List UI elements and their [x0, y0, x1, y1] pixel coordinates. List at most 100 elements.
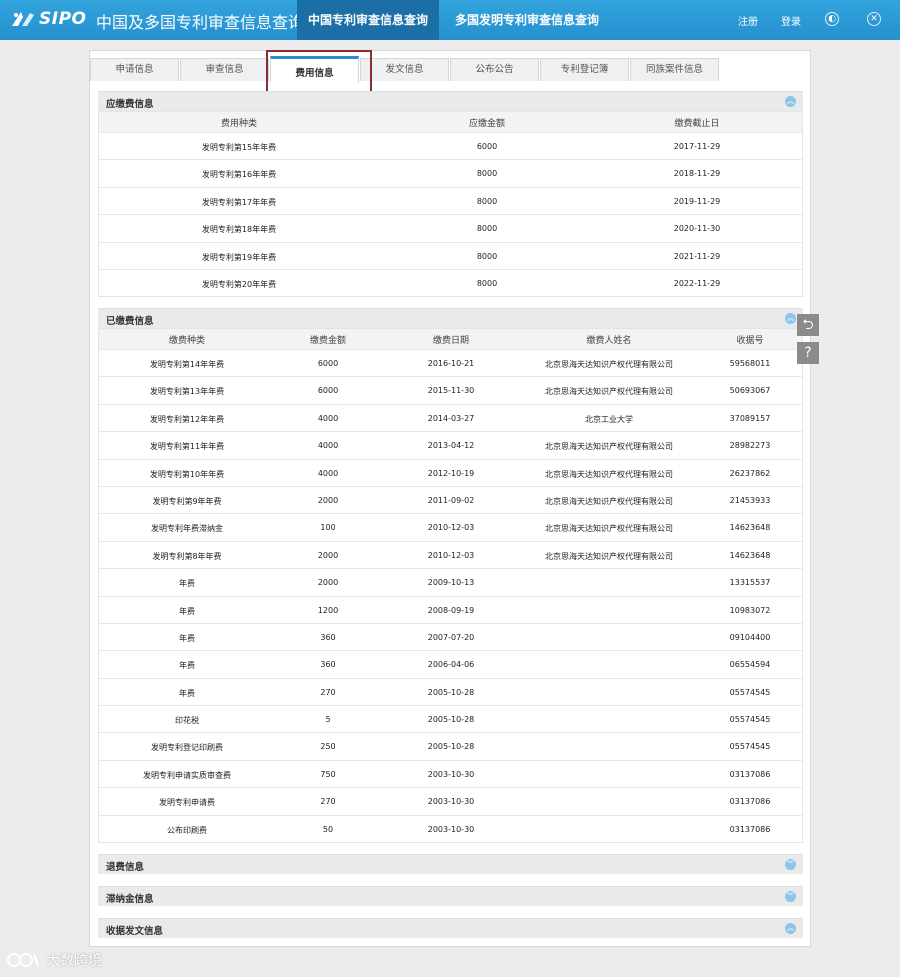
column-header: 缴费人姓名	[586, 336, 632, 346]
table-cell: 2005-10-28	[427, 687, 475, 697]
table-row: 发明专利第11年年费 4000 2013-04-12 北京思海天达知识产权代理有限公司…	[99, 431, 802, 458]
due-fees-table: 费用种类 应缴金额 缴费截止日 发明专利第15年年费 6000 2017-11-29…	[98, 111, 803, 298]
tab-publication[interactable]: 公布公告	[450, 58, 539, 81]
tab-cn-patent-query[interactable]: 中国专利审查信息查询	[297, 0, 439, 40]
table-row: 发明专利登记印刷费 250 2005-10-28 05574545	[99, 732, 802, 759]
table-cell: 2010-12-03	[427, 550, 475, 560]
table-cell: 06554594	[729, 660, 771, 670]
table-row: 发明专利第15年年费 6000 2017-11-29	[99, 132, 802, 159]
table-cell: 2005-10-28	[427, 715, 475, 725]
table-cell: 59568011	[729, 359, 771, 368]
table-cell: 发明专利第14年年费	[149, 360, 225, 369]
table-row: 发明专利第17年年费 8000 2019-11-29	[99, 186, 802, 214]
table-cell: 2000	[317, 550, 339, 560]
table-row: 年费 270 2005-10-28 05574545	[99, 677, 802, 705]
tab-multi-country-query[interactable]: 多国发明专利审查信息查询	[441, 0, 613, 40]
table-cell: 发明专利第8年年费	[152, 551, 222, 561]
back-arrow-icon[interactable]: ⮌	[797, 314, 819, 336]
login-link[interactable]: 登录	[781, 13, 801, 28]
close-icon[interactable]: ✕	[867, 12, 881, 26]
table-cell: 2006-04-06	[427, 660, 475, 670]
table-cell: 2013-04-12	[427, 441, 475, 451]
table-cell: 发明专利第12年年费	[149, 414, 225, 424]
watermark: 大数跨境	[6, 948, 102, 972]
table-cell: 2009-10-13	[427, 578, 475, 588]
table-header: 缴费种类 缴费金额 缴费日期 缴费人姓名 收据号	[99, 329, 802, 349]
table-cell: 270	[320, 797, 336, 807]
table-row: 年费 360 2007-07-20 09104400	[99, 622, 802, 650]
table-cell: 年费	[179, 579, 195, 589]
table-cell: 6000	[317, 386, 339, 396]
table-cell: 270	[320, 687, 336, 697]
content-panel: 申请信息 审查信息 费用信息 发文信息 公布公告 专利登记簿 同族案件信息 应缴…	[89, 50, 811, 947]
receipt-notice-header[interactable]: 收据发文信息 ︽	[98, 918, 803, 938]
table-cell: 6000	[317, 359, 339, 368]
table-row: 年费 360 2006-04-06 06554594	[99, 650, 802, 677]
collapse-chevron-icon[interactable]: ︽	[785, 96, 796, 107]
table-cell: 09104400	[729, 632, 771, 642]
tab-family-cases[interactable]: 同族案件信息	[630, 58, 719, 81]
paid-fees-header[interactable]: 已缴费信息 ︽	[98, 308, 803, 328]
table-cell: 4000	[317, 468, 339, 478]
table-cell: 发明专利第19年年费	[201, 252, 277, 262]
table-cell: 13315537	[729, 578, 771, 588]
table-cell: 2000	[317, 578, 339, 588]
table-row: 年费 1200 2008-09-19 10983072	[99, 595, 802, 623]
table-cell: 2005-10-28	[427, 742, 475, 752]
globe-icon[interactable]: ◐	[825, 12, 839, 26]
table-cell: 03137086	[729, 769, 771, 779]
register-link[interactable]: 注册	[738, 13, 758, 28]
table-cell: 北京思海天达知识产权代理有限公司	[545, 387, 673, 397]
collapse-chevron-icon[interactable]: ︽	[785, 313, 796, 324]
table-cell: 2000	[317, 495, 339, 505]
table-cell: 1200	[317, 605, 339, 615]
tab-application-info[interactable]: 申请信息	[90, 58, 179, 81]
table-cell: 4000	[317, 441, 339, 451]
sipo-logo[interactable]: SIPO	[10, 8, 90, 30]
expand-chevron-icon[interactable]: ︾	[785, 859, 796, 870]
table-cell: 年费	[179, 606, 195, 616]
table-cell: 2016-10-21	[427, 359, 475, 368]
tab-notice-info[interactable]: 发文信息	[360, 58, 449, 81]
section-title: 应缴费信息	[106, 99, 154, 110]
table-cell: 印花税	[175, 716, 199, 726]
column-header: 缴费日期	[432, 336, 470, 346]
table-cell: 2008-09-19	[427, 605, 475, 615]
table-cell: 年费	[179, 688, 195, 698]
table-cell: 北京思海天达知识产权代理有限公司	[545, 360, 673, 369]
table-cell: 2003-10-30	[427, 824, 475, 834]
top-bar: SIPO 中国及多国专利审查信息查询 中国专利审查信息查询 多国发明专利审查信息…	[0, 0, 900, 40]
refund-info-header[interactable]: 退费信息 ︾	[98, 854, 803, 874]
help-icon[interactable]: ?	[797, 342, 819, 364]
table-cell: 21453933	[729, 495, 771, 505]
table-cell: 2007-07-20	[427, 632, 475, 642]
column-header: 缴费截止日	[674, 119, 720, 129]
table-cell: 03137086	[729, 824, 771, 834]
table-cell: 360	[320, 632, 336, 642]
logo-text: SIPO	[39, 9, 87, 29]
tab-fee-info[interactable]: 费用信息	[270, 56, 359, 83]
expand-chevron-icon[interactable]: ︾	[785, 891, 796, 902]
table-cell: 发明专利第10年年费	[149, 469, 225, 479]
table-cell: 2003-10-30	[427, 769, 475, 779]
table-cell: 4000	[317, 413, 339, 423]
table-cell: 2020-11-30	[673, 224, 721, 234]
tab-patent-register[interactable]: 专利登记簿	[540, 58, 629, 81]
table-cell: 2017-11-29	[673, 142, 721, 151]
table-row: 发明专利第8年年费 2000 2010-12-03 北京思海天达知识产权代理有限公司 1…	[99, 540, 802, 568]
table-cell: 发明专利登记印刷费	[151, 743, 223, 753]
table-row: 发明专利第13年年费 6000 2015-11-30 北京思海天达知识产权代理有限公司…	[99, 376, 802, 403]
paid-fees-table: 缴费种类 缴费金额 缴费日期 缴费人姓名 收据号 发明专利第14年年费 6000 2…	[98, 328, 803, 844]
table-row: 发明专利申请费 270 2003-10-30 03137086	[99, 787, 802, 814]
table-cell: 2019-11-29	[673, 196, 721, 206]
table-row: 发明专利第19年年费 8000 2021-11-29	[99, 241, 802, 269]
table-cell: 年费	[179, 633, 195, 643]
table-row: 年费 2000 2009-10-13 13315537	[99, 568, 802, 595]
table-cell: 发明专利第13年年费	[149, 387, 225, 397]
table-cell: 37089157	[729, 413, 771, 423]
watermark-text: 大数跨境	[46, 953, 102, 969]
late-fee-info-header[interactable]: 滞纳金信息 ︾	[98, 886, 803, 906]
tab-examination-info[interactable]: 审查信息	[180, 58, 269, 81]
collapse-chevron-icon[interactable]: ︽	[785, 923, 796, 934]
due-fees-header[interactable]: 应缴费信息 ︽	[98, 91, 803, 111]
